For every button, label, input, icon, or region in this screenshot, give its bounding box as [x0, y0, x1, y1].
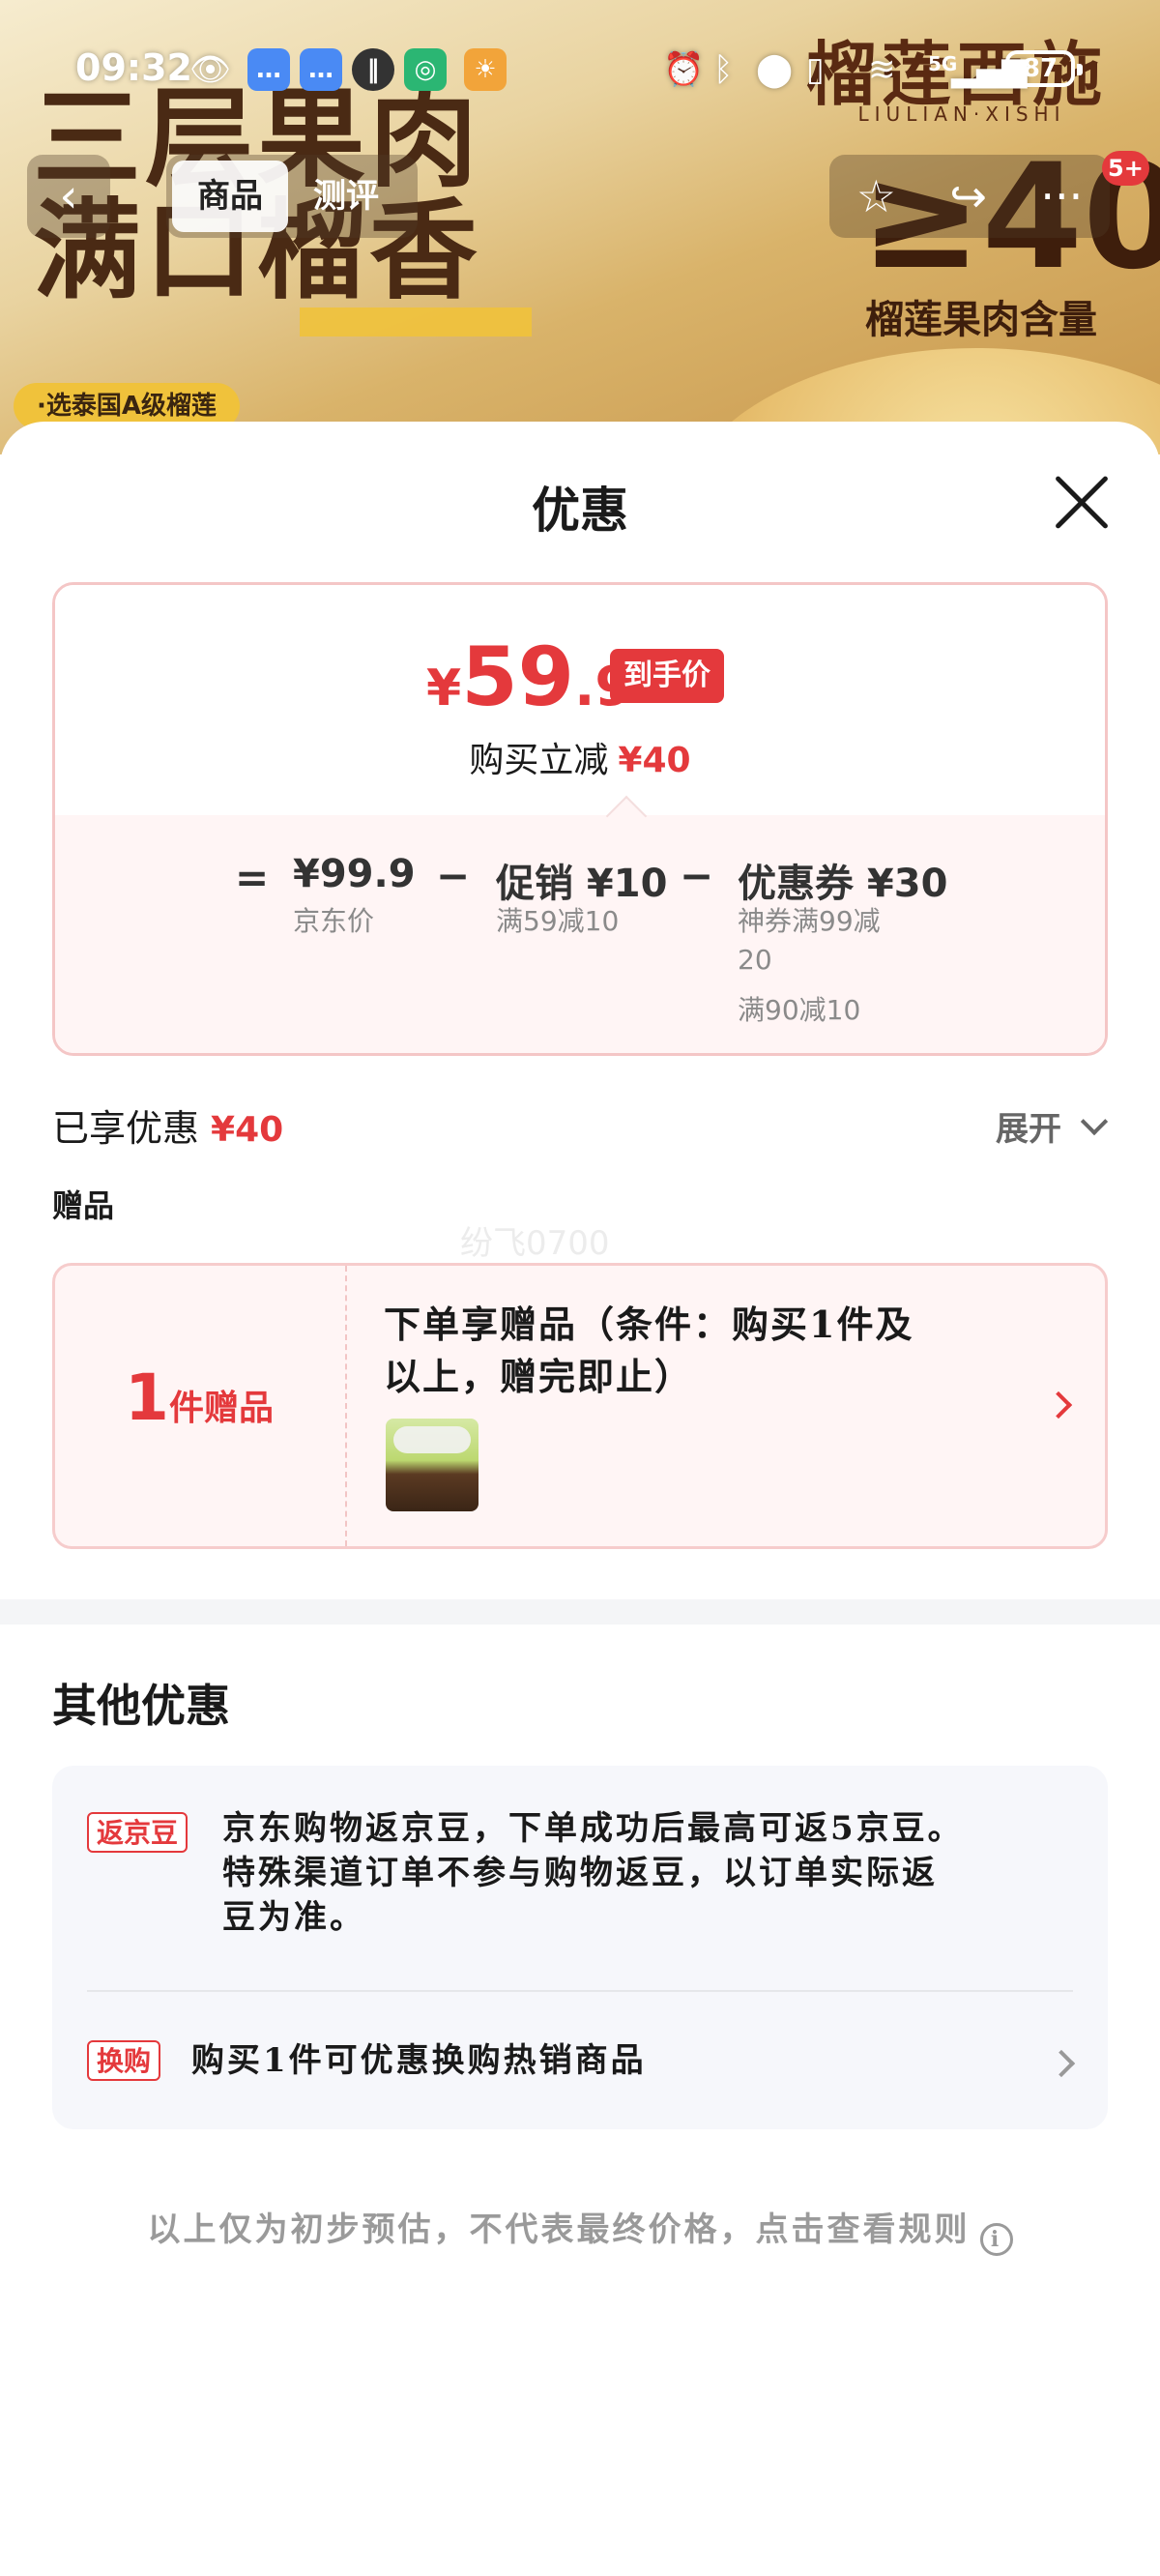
more-icon[interactable]: ··· [1040, 170, 1083, 222]
bluetooth-icon: ᛒ [713, 50, 734, 89]
swap-text[interactable]: 购买1件可优惠换购热销商品 [191, 2038, 647, 2083]
jd-beans-text: 京东购物返京豆，下单成功后最高可返5京豆。 特殊渠道订单不参与购物返豆，以订单实… [222, 1809, 964, 1937]
gift-count: 1件赠品 [125, 1361, 274, 1435]
equals-sign: = [235, 854, 270, 901]
close-icon[interactable] [1048, 468, 1116, 536]
chevron-right-icon[interactable] [1044, 1390, 1073, 1420]
alarm-icon: ⏰ [663, 50, 705, 89]
price-card: ¥59.9 到手价 购买立减 ¥40 = ¥99.9 京东价 − 促销 ¥10 满… [52, 582, 1108, 1056]
section-divider [0, 1599, 1160, 1625]
coupon-detail: 神券满99减 [738, 905, 881, 937]
final-price: ¥59.9 [426, 629, 633, 724]
status-time: 09:32 [75, 46, 192, 89]
tab-product[interactable]: 商品 [172, 161, 288, 232]
gift-section-title: 赠品 [52, 1187, 115, 1224]
enjoyed-discount: 已享优惠 ¥40 [52, 1107, 284, 1150]
back-button[interactable]: ‹ [27, 155, 110, 238]
brand-subtitle: LIULIAN·XISHI [857, 102, 1066, 126]
gift-description: 下单享赠品（条件：购买1件及 以上，赠完即止） [384, 1303, 914, 1398]
minus-sign: − [436, 852, 471, 899]
promo-discount: 促销 ¥10 [496, 862, 668, 906]
jd-price-label: 京东价 [293, 905, 375, 937]
mobile-app-icon: ◎ [404, 48, 447, 91]
info-icon[interactable]: i [979, 2223, 1013, 2256]
coupon-detail: 满90减10 [738, 994, 861, 1026]
coupon-discount: 优惠券 ¥30 [738, 862, 948, 906]
vibrate-icon: ▯ [806, 50, 825, 89]
chat-app-icon: … [300, 48, 342, 91]
final-price-tag: 到手价 [610, 649, 724, 703]
watermark: 纷飞0700 [460, 1224, 610, 1263]
jd-price: ¥99.9 [293, 852, 416, 896]
percent-label: 榴莲果肉含量 [865, 298, 1097, 342]
banner-highlight [300, 307, 532, 337]
jd-beans-chip: 返京豆 [87, 1812, 188, 1853]
nav-actions: ☆ ↪ ··· [829, 155, 1110, 238]
promo-detail: 满59减10 [496, 905, 620, 937]
rules-note[interactable]: 以上仅为初步预估，不代表最终价格，点击查看规则 i [0, 2203, 1160, 2256]
minus-sign: − [680, 852, 714, 899]
chevron-right-icon[interactable] [1047, 2049, 1076, 2078]
share-icon[interactable]: ↪ [949, 170, 987, 222]
gift-thumbnail[interactable] [386, 1419, 478, 1511]
tab-review[interactable]: 测评 [288, 161, 404, 232]
other-discounts-card: 返京豆 京东购物返京豆，下单成功后最高可返5京豆。 特殊渠道订单不参与购物返豆，… [52, 1766, 1108, 2129]
coupon-detail: 20 [738, 944, 772, 976]
reduce-line: 购买立减 ¥40 [469, 741, 691, 780]
gift-card[interactable]: 1件赠品 下单享赠品（条件：购买1件及 以上，赠完即止） [52, 1263, 1108, 1549]
swap-chip: 换购 [87, 2040, 161, 2081]
other-discounts-title: 其他优惠 [52, 1680, 230, 1732]
weather-app-icon: ☀ [464, 48, 507, 91]
chevron-left-icon: ‹ [59, 169, 78, 223]
eye-icon: 👁 [189, 50, 232, 89]
sheet-title: 优惠 [532, 482, 628, 539]
nav-tabs: 商品 测评 [166, 155, 418, 238]
battery-indicator: 87 [1005, 50, 1083, 87]
chevron-down-icon[interactable] [1080, 1107, 1109, 1136]
wifi-icon: ≋ [868, 50, 896, 89]
music-app-icon: ‖ [352, 48, 394, 91]
location-icon: ⬤ [756, 50, 794, 89]
message-badge: 5+ [1102, 151, 1149, 186]
discount-sheet: 优惠 ¥59.9 到手价 购买立减 ¥40 = ¥99.9 京东价 − 促销 ¥1… [0, 422, 1160, 2576]
expand-button[interactable]: 展开 [996, 1102, 1061, 1150]
message-app-icon: … [247, 48, 290, 91]
star-icon[interactable]: ☆ [856, 170, 896, 222]
status-bar: 09:32 👁 … … ‖ ◎ ☀ ⏰ ᛒ ⬤ ▯ ≋ 5G ▂▄▆ 87 [0, 43, 1160, 97]
